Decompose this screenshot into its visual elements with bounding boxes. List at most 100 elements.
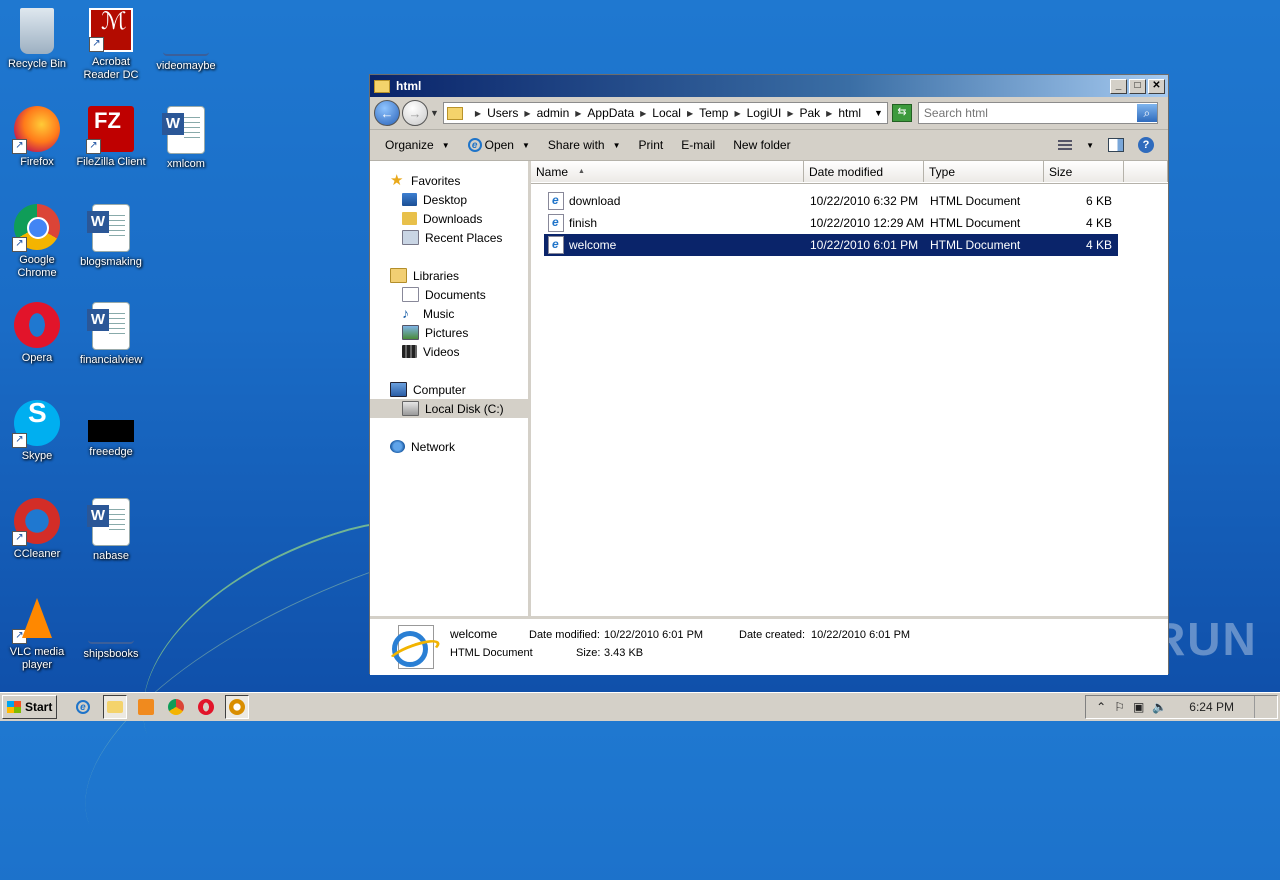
breadcrumb-item[interactable]: html: [838, 106, 861, 120]
chevron-right-icon[interactable]: ▶: [640, 109, 646, 118]
network-tray-icon[interactable]: ▣: [1133, 700, 1144, 714]
shortcut-arrow-icon: ↗: [86, 139, 101, 154]
taskbar-media-player[interactable]: [135, 696, 157, 718]
chevron-right-icon[interactable]: ▶: [575, 109, 581, 118]
desktop-icon-acrobat[interactable]: ↗ Acrobat Reader DC: [74, 8, 148, 82]
desktop-icon-financialview[interactable]: financialview: [74, 302, 148, 367]
details-pane: welcome HTML Document Date modified: 10/…: [370, 616, 1168, 675]
breadcrumb-item[interactable]: LogiUI: [747, 106, 782, 120]
chevron-right-icon[interactable]: ▶: [475, 109, 481, 118]
window-titlebar[interactable]: html _ □ ✕: [370, 75, 1168, 97]
window-body: Favorites Desktop Downloads Recent Place…: [370, 161, 1168, 616]
address-dropdown[interactable]: ▼: [874, 108, 883, 118]
blank-file-icon: [163, 30, 209, 56]
volume-icon[interactable]: 🔈: [1152, 700, 1167, 714]
chevron-right-icon[interactable]: ▶: [826, 109, 832, 118]
column-header-name[interactable]: Name ▲: [531, 161, 804, 182]
desktop-icon-vlc[interactable]: ↗ VLC media player: [0, 596, 74, 672]
nav-local-disk[interactable]: Local Disk (C:): [370, 399, 528, 418]
word-doc-icon: [162, 106, 205, 154]
desktop-icon-nabase[interactable]: nabase: [74, 498, 148, 563]
print-button[interactable]: Print: [630, 138, 673, 152]
back-button[interactable]: ←: [374, 100, 400, 126]
nav-computer[interactable]: Computer: [370, 380, 528, 399]
breadcrumb-item[interactable]: admin: [537, 106, 570, 120]
media-player-icon: [138, 699, 155, 715]
start-button[interactable]: Start: [2, 695, 58, 719]
refresh-button[interactable]: ⇆: [891, 104, 912, 122]
view-options-icon[interactable]: [1058, 140, 1073, 150]
taskbar-app[interactable]: [225, 695, 250, 719]
desktop-icon-shipsbooks[interactable]: shipsbooks: [74, 596, 148, 661]
nav-favorites[interactable]: Favorites: [370, 171, 528, 190]
desktop-icon-recycle-bin[interactable]: Recycle Bin: [0, 8, 74, 71]
recent-pages-dropdown[interactable]: ▼: [430, 108, 439, 118]
refresh-icon: ⇆: [897, 106, 907, 118]
taskbar-chrome[interactable]: [165, 696, 187, 718]
action-center-flag-icon[interactable]: ⚐: [1114, 700, 1125, 714]
chevron-right-icon[interactable]: ▶: [687, 109, 693, 118]
breadcrumb-item[interactable]: Pak: [799, 106, 820, 120]
search-input[interactable]: [918, 105, 1137, 121]
file-row-selected[interactable]: welcome 10/22/2010 6:01 PM HTML Document…: [544, 234, 1118, 256]
help-icon[interactable]: ?: [1138, 137, 1154, 153]
desktop-icon-xmlcom[interactable]: xmlcom: [149, 106, 223, 171]
breadcrumb-item[interactable]: Temp: [699, 106, 728, 120]
breadcrumb-item[interactable]: Users: [487, 106, 518, 120]
file-row[interactable]: download 10/22/2010 6:32 PM HTML Documen…: [544, 190, 1118, 212]
taskbar-opera[interactable]: [195, 696, 217, 718]
show-desktop-button[interactable]: [1254, 696, 1267, 718]
nav-videos[interactable]: Videos: [370, 342, 528, 361]
nav-documents[interactable]: Documents: [370, 285, 528, 304]
maximize-button[interactable]: □: [1129, 78, 1146, 94]
organize-button[interactable]: Organize ▼: [376, 138, 459, 152]
breadcrumb-item[interactable]: AppData: [587, 106, 634, 120]
column-header-type[interactable]: Type: [924, 161, 1044, 182]
desktop-icon-ccleaner[interactable]: ↗ CCleaner: [0, 498, 74, 561]
details-size: 3.43 KB: [604, 647, 644, 659]
chevron-right-icon[interactable]: ▶: [787, 109, 793, 118]
preview-pane-icon[interactable]: [1108, 138, 1124, 152]
desktop-icon-firefox[interactable]: ↗ Firefox: [0, 106, 74, 169]
desktop-icon-videomaybe[interactable]: videomaybe: [149, 8, 223, 73]
desktop-icon-skype[interactable]: ↗ Skype: [0, 400, 74, 463]
chevron-right-icon[interactable]: ▶: [524, 109, 530, 118]
internet-explorer-icon: e: [75, 700, 90, 714]
desktop-icon: [402, 193, 417, 206]
nav-music[interactable]: Music: [370, 304, 528, 323]
search-icon[interactable]: ⌕: [1136, 104, 1157, 122]
chevron-down-icon[interactable]: ▼: [1086, 141, 1094, 150]
close-button[interactable]: ✕: [1148, 78, 1165, 94]
desktop-icon-freeedge[interactable]: freeedge: [74, 400, 148, 459]
desktop-icon-blogsmaking[interactable]: blogsmaking: [74, 204, 148, 269]
details-date-created-label: Date created:: [739, 629, 806, 641]
clock[interactable]: 6:24 PM: [1189, 700, 1234, 714]
file-row[interactable]: finish 10/22/2010 12:29 AM HTML Document…: [544, 212, 1118, 234]
forward-button[interactable]: →: [402, 100, 428, 126]
chevron-right-icon[interactable]: ▶: [734, 109, 740, 118]
nav-libraries[interactable]: Libraries: [370, 266, 528, 285]
taskbar-explorer[interactable]: [103, 695, 128, 719]
show-hidden-icons-icon[interactable]: ⌃: [1096, 700, 1106, 714]
nav-desktop[interactable]: Desktop: [370, 190, 528, 209]
breadcrumb: ▶ Users ▶ admin ▶ AppData ▶ Local ▶ Temp…: [469, 106, 861, 120]
nav-recent-places[interactable]: Recent Places: [370, 228, 528, 247]
address-bar[interactable]: ▶ Users ▶ admin ▶ AppData ▶ Local ▶ Temp…: [442, 102, 888, 124]
desktop-icon-chrome[interactable]: ↗ Google Chrome: [0, 204, 74, 280]
column-header-size[interactable]: Size: [1044, 161, 1124, 182]
desktop-icon-filezilla[interactable]: ↗ FileZilla Client: [74, 106, 148, 169]
nav-downloads[interactable]: Downloads: [370, 209, 528, 228]
email-button[interactable]: E-mail: [672, 138, 724, 152]
taskbar-internet-explorer[interactable]: e: [73, 696, 95, 718]
desktop-icon-opera[interactable]: Opera: [0, 302, 74, 365]
minimize-button[interactable]: _: [1110, 78, 1127, 94]
file-list: Name▲ Date modified Type Size download 1…: [531, 161, 1168, 616]
shortcut-arrow-icon: ↗: [12, 139, 27, 154]
nav-network[interactable]: Network: [370, 437, 528, 456]
nav-pictures[interactable]: Pictures: [370, 323, 528, 342]
new-folder-button[interactable]: New folder: [724, 138, 799, 152]
open-button[interactable]: e Open ▼: [459, 138, 539, 152]
breadcrumb-item[interactable]: Local: [652, 106, 681, 120]
share-with-button[interactable]: Share with ▼: [539, 138, 630, 152]
column-header-date[interactable]: Date modified: [804, 161, 924, 182]
